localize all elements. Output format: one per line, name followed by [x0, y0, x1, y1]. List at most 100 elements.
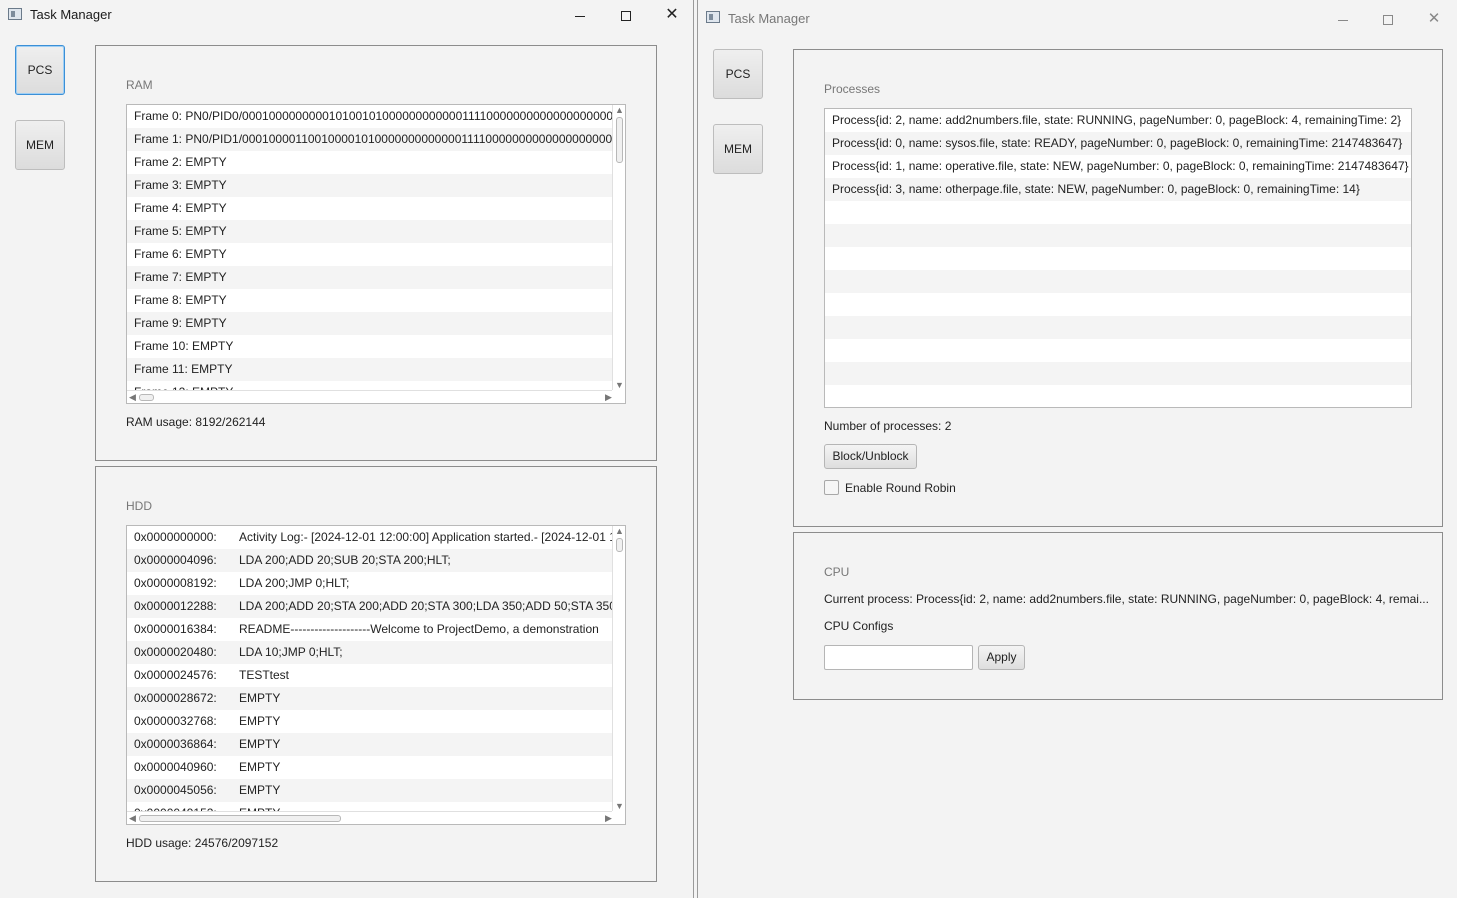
ram-section-label: RAM	[126, 78, 153, 92]
hdd-blocks-list[interactable]: 0x0000000000: Activity Log:- [2024-12-01 …	[126, 525, 626, 825]
scroll-up-icon[interactable]: ▲	[614, 526, 625, 537]
block-address: 0x0000004096:	[134, 553, 217, 567]
block-address: 0x0000040960:	[134, 760, 217, 774]
list-item[interactable]: 0x0000028672: EMPTY	[127, 687, 612, 710]
pcs-nav-button[interactable]: PCS	[713, 49, 763, 99]
ram-usage-text: RAM usage: 8192/262144	[126, 415, 266, 429]
list-item[interactable]: 0x0000045056: EMPTY	[127, 779, 612, 802]
list-item[interactable]: Process{id: 2, name: add2numbers.file, s…	[825, 109, 1411, 132]
block-content: LDA 200;ADD 20;STA 200;ADD 20;STA 300;LD…	[239, 599, 612, 613]
close-button[interactable]: ✕	[650, 0, 693, 30]
hdd-horizontal-scrollbar[interactable]: ◀ ▶	[127, 811, 614, 824]
list-item[interactable]: 0x0000024576: TESTtest	[127, 664, 612, 687]
empty-row	[825, 247, 1411, 270]
list-item[interactable]: Process{id: 3, name: otherpage.file, sta…	[825, 178, 1411, 201]
minimize-icon	[1338, 19, 1348, 21]
list-item[interactable]: Frame 2: EMPTY	[127, 151, 612, 174]
close-icon: ✕	[665, 6, 679, 23]
block-unblock-button[interactable]: Block/Unblock	[824, 444, 917, 469]
hdd-usage-text: HDD usage: 24576/2097152	[126, 836, 279, 850]
list-item[interactable]: 0x0000049152:EMPTY	[127, 802, 612, 811]
processes-rows: Process{id: 2, name: add2numbers.file, s…	[825, 109, 1411, 407]
mem-nav-button[interactable]: MEM	[15, 120, 65, 170]
processes-list[interactable]: Process{id: 2, name: add2numbers.file, s…	[824, 108, 1412, 408]
block-address: 0x0000000000:	[134, 530, 217, 544]
scroll-corner	[612, 811, 625, 824]
round-robin-checkbox[interactable]	[824, 480, 839, 495]
list-item[interactable]: 0x0000004096: LDA 200;ADD 20;SUB 20;STA 2…	[127, 549, 612, 572]
list-item[interactable]: Frame 8: EMPTY	[127, 289, 612, 312]
block-address: 0x0000020480:	[134, 645, 217, 659]
scroll-left-icon[interactable]: ◀	[127, 392, 138, 403]
list-item[interactable]: Process{id: 1, name: operative.file, sta…	[825, 155, 1411, 178]
minimize-button[interactable]	[558, 0, 602, 30]
scrollbar-thumb[interactable]	[139, 815, 341, 822]
list-item[interactable]: Frame 4: EMPTY	[127, 197, 612, 220]
list-item[interactable]: 0x0000032768: EMPTY	[127, 710, 612, 733]
scrollbar-thumb[interactable]	[616, 538, 623, 552]
close-icon: ✕	[1427, 10, 1441, 27]
hdd-vertical-scrollbar[interactable]: ▲ ▼	[612, 526, 625, 812]
maximize-button[interactable]	[604, 0, 648, 30]
ram-vertical-scrollbar[interactable]: ▲ ▼	[612, 105, 625, 391]
scroll-left-icon[interactable]: ◀	[127, 813, 138, 824]
processes-panel: Processes Process{id: 2, name: add2numbe…	[793, 49, 1443, 527]
ram-horizontal-scrollbar[interactable]: ◀ ▶	[127, 390, 614, 403]
list-item[interactable]: Frame 12: EMPTY	[127, 381, 612, 390]
list-item[interactable]: Frame 3: EMPTY	[127, 174, 612, 197]
ram-frames-rows: Frame 0: PN0/PID0/0001000000000101001010…	[127, 105, 612, 390]
scroll-corner	[612, 390, 625, 403]
hdd-panel: HDD 0x0000000000: Activity Log:- [2024-12…	[95, 466, 657, 882]
close-button[interactable]: ✕	[1412, 4, 1456, 34]
list-item[interactable]: 0x0000008192: LDA 200;JMP 0;HLT;	[127, 572, 612, 595]
cpu-config-input[interactable]	[824, 645, 973, 670]
list-item[interactable]: Frame 10: EMPTY	[127, 335, 612, 358]
task-manager-window-right: Task Manager ✕ PCS MEM Processes Process…	[697, 0, 1457, 898]
block-address: 0x0000049152:	[134, 802, 239, 811]
block-address: 0x0000045056:	[134, 783, 217, 797]
scrollbar-thumb[interactable]	[139, 394, 154, 401]
list-item[interactable]: Frame 5: EMPTY	[127, 220, 612, 243]
title-bar[interactable]: Task Manager ✕	[0, 0, 693, 30]
maximize-button[interactable]	[1366, 4, 1410, 34]
scrollbar-thumb[interactable]	[616, 117, 623, 163]
task-manager-window-left: Task Manager ✕ PCS MEM RAM Frame 0: PN0/…	[0, 0, 694, 898]
block-address: 0x0000008192:	[134, 576, 217, 590]
ram-frames-list[interactable]: Frame 0: PN0/PID0/0001000000000101001010…	[126, 104, 626, 404]
maximize-icon	[1383, 15, 1393, 26]
list-item[interactable]: Process{id: 0, name: sysos.file, state: …	[825, 132, 1411, 155]
block-content: EMPTY	[239, 760, 281, 774]
minimize-button[interactable]	[1321, 4, 1365, 34]
block-content: LDA 200;JMP 0;HLT;	[239, 576, 350, 590]
block-content: Activity Log:- [2024-12-01 12:00:00] App…	[239, 530, 612, 544]
list-item[interactable]: Frame 11: EMPTY	[127, 358, 612, 381]
list-item[interactable]: 0x0000040960: EMPTY	[127, 756, 612, 779]
block-content: TESTtest	[239, 668, 290, 682]
title-bar[interactable]: Task Manager ✕	[698, 0, 1457, 30]
ram-panel: RAM Frame 0: PN0/PID0/000100000000010100…	[95, 45, 657, 461]
empty-row	[825, 316, 1411, 339]
empty-row	[825, 339, 1411, 362]
pcs-nav-button[interactable]: PCS	[15, 45, 65, 95]
process-count-text: Number of processes: 2	[824, 419, 952, 433]
apply-button[interactable]: Apply	[978, 645, 1025, 670]
list-item[interactable]: 0x0000016384: README--------------------W…	[127, 618, 612, 641]
cpu-configs-label: CPU Configs	[824, 619, 894, 633]
scroll-up-icon[interactable]: ▲	[614, 105, 625, 116]
list-item[interactable]: Frame 9: EMPTY	[127, 312, 612, 335]
list-item[interactable]: 0x0000036864: EMPTY	[127, 733, 612, 756]
list-item[interactable]: 0x0000000000: Activity Log:- [2024-12-01 …	[127, 526, 612, 549]
mem-nav-button[interactable]: MEM	[713, 124, 763, 174]
list-item[interactable]: Frame 7: EMPTY	[127, 266, 612, 289]
list-item[interactable]: Frame 6: EMPTY	[127, 243, 612, 266]
list-item[interactable]: 0x0000012288: LDA 200;ADD 20;STA 200;ADD …	[127, 595, 612, 618]
block-content: EMPTY	[239, 714, 281, 728]
list-item[interactable]: Frame 1: PN0/PID1/0001000011001000010100…	[127, 128, 612, 151]
window-title: Task Manager	[728, 11, 810, 26]
list-item[interactable]: Frame 0: PN0/PID0/0001000000000101001010…	[127, 105, 612, 128]
block-address: 0x0000032768:	[134, 714, 217, 728]
processes-section-label: Processes	[824, 82, 881, 96]
block-address: 0x0000024576:	[134, 668, 217, 682]
maximize-icon	[621, 11, 631, 22]
list-item[interactable]: 0x0000020480: LDA 10;JMP 0;HLT;	[127, 641, 612, 664]
